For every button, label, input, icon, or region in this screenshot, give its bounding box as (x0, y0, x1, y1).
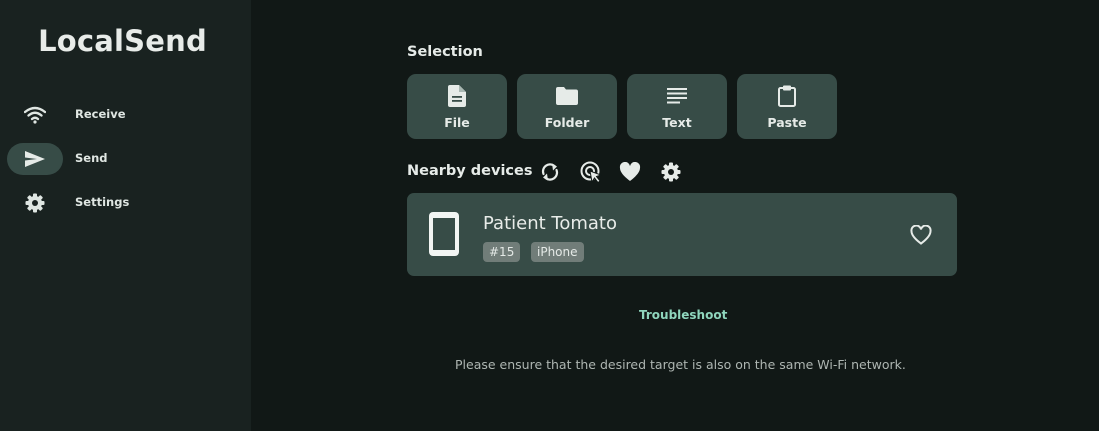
sidebar: LocalSend Receive Send Settings (0, 0, 251, 431)
nearby-devices-title: Nearby devices (407, 163, 533, 179)
device-type-badge: iPhone (531, 242, 584, 262)
paste-button[interactable]: Paste (737, 74, 837, 139)
file-button[interactable]: File (407, 74, 507, 139)
sidebar-item-label: Send (75, 151, 108, 165)
folder-button[interactable]: Folder (517, 74, 617, 139)
heart-icon[interactable] (908, 222, 934, 248)
selection-title: Selection (407, 44, 483, 60)
phone-icon (429, 212, 459, 260)
scan-icon[interactable] (579, 160, 603, 184)
paste-button-label: Paste (767, 115, 807, 130)
sidebar-item-send[interactable]: Send (7, 143, 243, 175)
folder-icon (555, 85, 579, 107)
main-content: Selection File Folder Text Paste Nearby … (251, 0, 1099, 431)
network-hint: Please ensure that the desired target is… (455, 357, 906, 372)
text-button-label: Text (662, 115, 692, 130)
settings-icon[interactable] (659, 160, 683, 184)
folder-button-label: Folder (544, 115, 590, 130)
clipboard-icon (775, 85, 799, 107)
wifi-icon (23, 105, 47, 125)
file-icon (445, 85, 469, 107)
text-button[interactable]: Text (627, 74, 727, 139)
device-name: Patient Tomato (483, 213, 617, 234)
sidebar-item-receive[interactable]: Receive (7, 99, 243, 131)
text-icon (665, 85, 689, 107)
device-id-badge: #15 (483, 242, 521, 262)
app-title: LocalSend (38, 24, 207, 58)
device-card[interactable]: Patient Tomato #15 iPhone (407, 193, 957, 276)
file-button-label: File (444, 115, 470, 130)
troubleshoot-link[interactable]: Troubleshoot (639, 308, 727, 322)
refresh-icon[interactable] (538, 160, 562, 184)
sidebar-item-label: Settings (75, 195, 130, 209)
favorites-icon[interactable] (618, 160, 642, 184)
send-icon (23, 149, 47, 169)
sidebar-item-label: Receive (75, 107, 126, 121)
gear-icon (23, 193, 47, 213)
sidebar-item-settings[interactable]: Settings (7, 187, 243, 219)
